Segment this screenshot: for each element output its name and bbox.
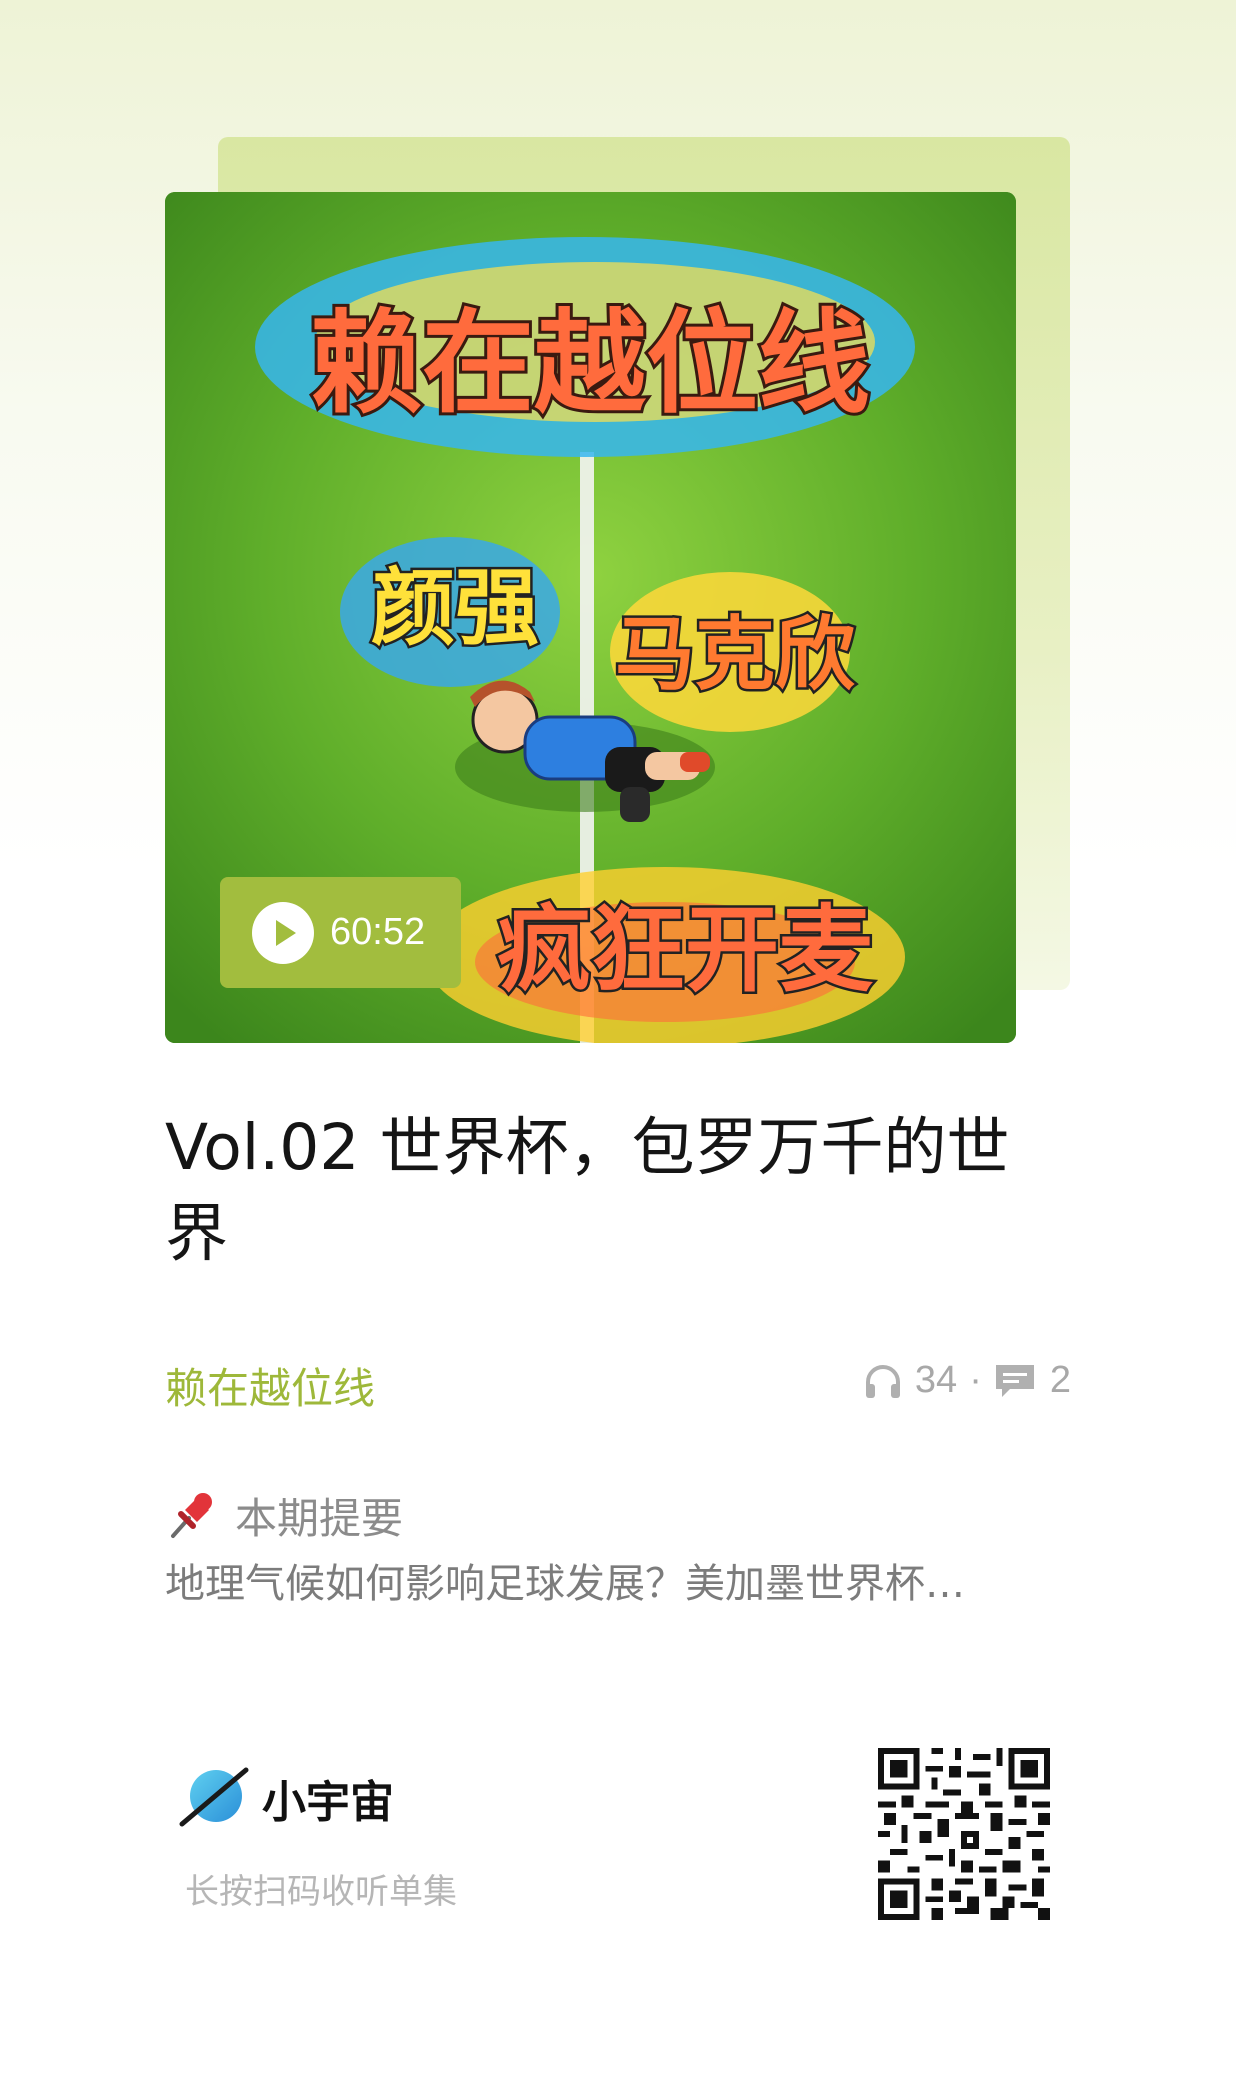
pushpin-icon [171, 1492, 212, 1538]
episode-duration: 60:52 [330, 911, 426, 953]
cover-title-art: 赖在越位线 [310, 299, 870, 429]
cover-tagline: 疯狂开麦 [497, 896, 873, 1005]
episode-title: Vol.02 世界杯，包罗万千的世界 [165, 1111, 1010, 1270]
brand-logo: 小宇宙 [178, 1762, 394, 1834]
headphones-icon [865, 1364, 900, 1398]
summary-heading-label: 本期提要 [235, 1494, 404, 1543]
show-name-link[interactable]: 赖在越位线 [165, 1355, 375, 1416]
play-icon [252, 901, 314, 964]
cover-name-2: 马克欣 [615, 608, 855, 701]
summary-heading: 本期提要 [165, 1485, 403, 1546]
brand-name: 小宇宙 [262, 1777, 394, 1828]
comment-icon [995, 1364, 1034, 1397]
summary-text: 地理气候如何影响足球发展？美加墨世界杯… [165, 1561, 965, 1607]
planet-icon [179, 1767, 249, 1827]
stats-separator: · [969, 1359, 982, 1401]
play-count: 34 [914, 1359, 958, 1401]
episode-stats: 34 · 2 [863, 1359, 1071, 1402]
qr-code[interactable] [878, 1748, 1050, 1920]
cover-name-1: 颜强 [371, 559, 539, 657]
play-button[interactable]: 60:52 [220, 877, 461, 988]
comment-count: 2 [1049, 1359, 1071, 1401]
scan-instruction: 长按扫码收听单集 [185, 1872, 457, 1912]
